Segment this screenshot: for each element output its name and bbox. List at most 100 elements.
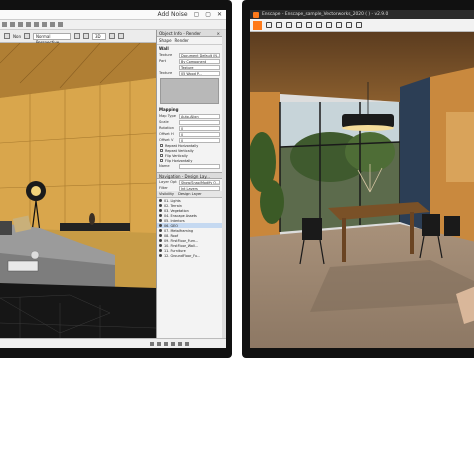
sun-icon[interactable] (346, 22, 352, 28)
panorama-icon[interactable] (296, 22, 302, 28)
texture-mode-select[interactable]: Texture (179, 64, 220, 70)
filter-select[interactable]: Int Layers (179, 185, 220, 191)
status-icon[interactable] (178, 341, 182, 346)
palette-header: Object Info - Render × (157, 30, 222, 37)
palette-tabs: Shape Render (157, 37, 222, 45)
eye-icon[interactable] (159, 229, 162, 232)
tool-icon[interactable] (10, 22, 15, 27)
class-icon[interactable] (4, 33, 10, 39)
eye-icon[interactable] (159, 239, 162, 242)
visibility-column[interactable]: Visibility (159, 192, 174, 196)
title-bar: Add Noise ▢ ▢ ✕ (0, 10, 226, 20)
eye-icon[interactable] (159, 254, 162, 257)
interior-scene (0, 43, 156, 348)
layer-name: 09. FirstFloor_Furn... (164, 238, 199, 243)
render-mode-icon[interactable] (73, 33, 80, 39)
tool-icon[interactable] (42, 22, 47, 27)
close-button[interactable]: ✕ (217, 11, 222, 18)
camera-icon[interactable] (276, 22, 282, 28)
offset-h-label: Offset H (159, 132, 174, 136)
settings-icon[interactable] (326, 22, 332, 28)
layer-row[interactable]: 12. GroundFloor_Fu... (157, 253, 222, 258)
layer-name: 03. Vegetation (164, 208, 189, 213)
status-icon[interactable] (171, 341, 175, 346)
eye-icon[interactable] (159, 234, 162, 237)
status-icon[interactable] (157, 341, 161, 346)
status-bar (0, 338, 226, 348)
palette-close-icon[interactable]: × (216, 30, 220, 36)
name-label: Name (159, 164, 170, 168)
zoom-icon[interactable] (108, 33, 115, 39)
navigation-header: Navigation - Design Lay... (157, 172, 222, 179)
status-icon[interactable] (185, 341, 189, 346)
layer-name: 04. Enscape Assets (164, 213, 197, 218)
eye-icon[interactable] (159, 244, 162, 247)
texture-label: Texture (159, 53, 173, 57)
layer-select[interactable]: 3D (91, 32, 106, 40)
rotation-field[interactable]: 0 (179, 125, 220, 131)
eye-icon[interactable] (159, 199, 162, 202)
layer-name: 07. Metalframing (164, 228, 194, 233)
status-icon[interactable] (150, 341, 154, 346)
view-icon[interactable] (23, 33, 30, 39)
layer-options-select[interactable]: Show/Snap/Modify O... (179, 179, 220, 185)
repeat-h-label: Repeat Horizontally (165, 143, 199, 148)
tool-icon[interactable] (26, 22, 31, 27)
layer-options-label: Layer Options (159, 180, 177, 184)
scale-field[interactable] (179, 119, 220, 125)
tool-icon[interactable] (58, 22, 63, 27)
view-select[interactable]: Normal Perspective (32, 32, 71, 45)
tool-icon[interactable] (34, 22, 39, 27)
flyover-icon[interactable] (117, 33, 124, 39)
asset-library-icon[interactable] (316, 22, 322, 28)
palette-title: Object Info - Render (159, 31, 201, 36)
mapping-heading: Mapping (159, 107, 179, 112)
class-label[interactable]: Non (13, 34, 21, 39)
eye-icon[interactable] (159, 219, 162, 222)
left-tablet: Add Noise ▢ ▢ ✕ Non Normal Perspective 3… (0, 0, 232, 358)
part-select[interactable]: By Component (179, 58, 220, 64)
rotation-label: Rotation (159, 126, 175, 130)
tab-render[interactable]: Render (175, 38, 189, 43)
minimize-button[interactable]: ▢ (194, 11, 200, 18)
info-icon[interactable] (356, 22, 362, 28)
maximize-button[interactable]: ▢ (205, 11, 211, 18)
texture-select[interactable]: Document Default (N... (179, 52, 220, 58)
eye-icon[interactable] (159, 249, 162, 252)
filter-label: Filter (159, 186, 168, 190)
layer-name: 06. GEO (164, 223, 178, 228)
design-viewport[interactable] (0, 43, 156, 348)
offset-h-field[interactable]: 0 (179, 131, 220, 137)
save-icon[interactable] (266, 22, 272, 28)
vectorworks-window: Add Noise ▢ ▢ ✕ Non Normal Perspective 3… (0, 10, 226, 348)
view-bar: Non Normal Perspective 3D (0, 30, 156, 45)
projection-icon[interactable] (82, 33, 89, 39)
tool-icon[interactable] (2, 22, 7, 27)
tool-icon-bar (0, 20, 226, 30)
tool-icon[interactable] (18, 22, 23, 27)
texture-name-row: Texture 05 Wood P... (157, 70, 222, 76)
offset-v-field[interactable]: 0 (179, 137, 220, 143)
views-icon[interactable] (306, 22, 312, 28)
minimap-icon[interactable] (336, 22, 342, 28)
eye-icon[interactable] (159, 224, 162, 227)
tool-icon[interactable] (50, 22, 55, 27)
eye-icon[interactable] (159, 204, 162, 207)
layer-name: 08. Roof (164, 233, 179, 238)
design-layer-column[interactable]: Design Layer (178, 192, 202, 196)
enscape-home-icon[interactable] (253, 20, 262, 30)
repeat-v-label: Repeat Vertically (165, 148, 194, 153)
offset-v-label: Offset V (159, 138, 174, 142)
name-field[interactable] (179, 163, 220, 169)
eye-icon[interactable] (159, 214, 162, 217)
eye-icon[interactable] (159, 209, 162, 212)
rendered-interior (250, 32, 474, 348)
video-icon[interactable] (286, 22, 292, 28)
status-icon[interactable] (164, 341, 168, 346)
enscape-logo-icon (253, 11, 259, 18)
render-view[interactable] (250, 32, 474, 348)
texture-name-select[interactable]: 05 Wood P... (179, 70, 220, 76)
layer-name: 10. FirstFloor_Wall... (164, 243, 199, 248)
tab-shape[interactable]: Shape (159, 38, 172, 43)
map-type-select[interactable]: Auto-Align (179, 113, 220, 119)
